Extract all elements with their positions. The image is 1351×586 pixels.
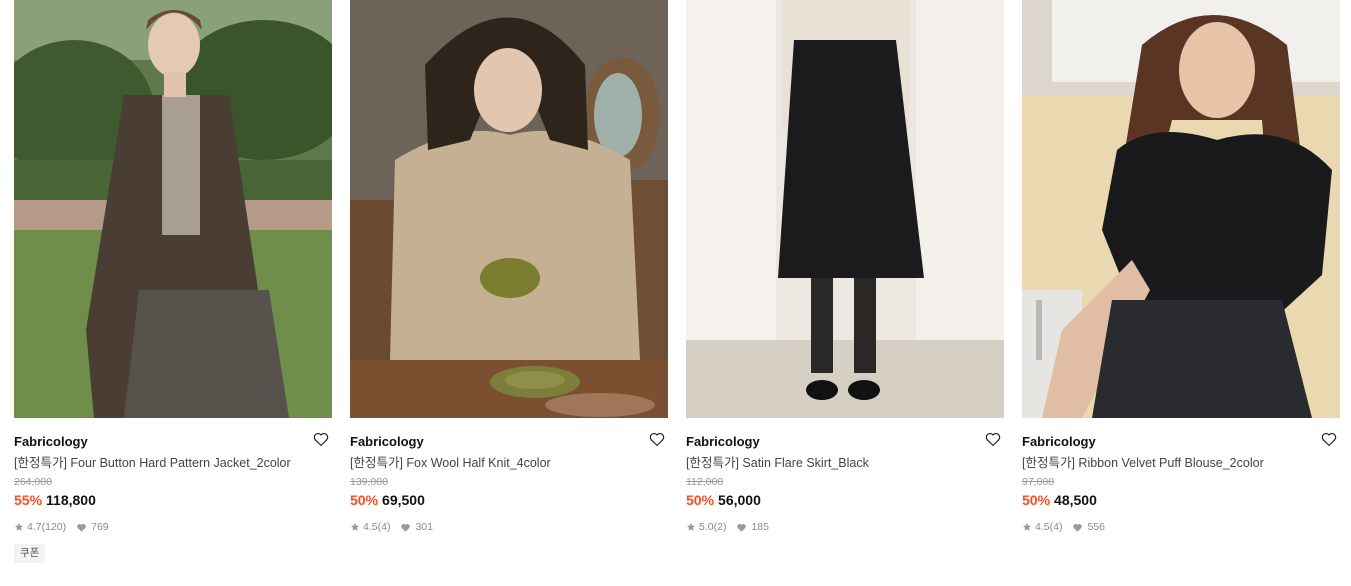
brand-name[interactable]: Fabricology xyxy=(686,434,760,449)
like-count: 185 xyxy=(751,521,769,533)
star-icon xyxy=(14,522,24,532)
heart-filled-icon xyxy=(1072,522,1083,533)
rating-value: 5.0 xyxy=(699,521,714,533)
heart-filled-icon xyxy=(400,522,411,533)
price-row: 50% 56,000 xyxy=(686,491,1004,509)
wishlist-heart-icon[interactable] xyxy=(312,430,330,448)
price-row: 50% 69,500 xyxy=(350,491,668,509)
product-meta: 4.5 (4) 301 xyxy=(350,520,668,534)
original-price: 139,000 xyxy=(350,476,388,488)
heart-filled-icon xyxy=(736,522,747,533)
review-count: (120) xyxy=(41,521,67,533)
product-name[interactable]: [한정특가] Ribbon Velvet Puff Blouse_2color xyxy=(1022,455,1340,471)
sale-price: 69,500 xyxy=(382,492,425,508)
rating-value: 4.7 xyxy=(27,521,42,533)
sale-price: 56,000 xyxy=(718,492,761,508)
star-icon xyxy=(686,522,696,532)
product-name[interactable]: [한정특가] Four Button Hard Pattern Jacket_2… xyxy=(14,455,332,471)
product-card[interactable]: Fabricology [한정특가] Fox Wool Half Knit_4c… xyxy=(350,0,668,563)
brand-name[interactable]: Fabricology xyxy=(1022,434,1096,449)
discount-rate: 50% xyxy=(686,492,715,508)
product-image[interactable] xyxy=(686,0,1004,418)
discount-rate: 50% xyxy=(350,492,379,508)
brand-name[interactable]: Fabricology xyxy=(14,434,88,449)
sale-price: 118,800 xyxy=(46,492,96,508)
wishlist-heart-icon[interactable] xyxy=(984,430,1002,448)
review-count: (4) xyxy=(377,521,391,533)
product-card[interactable]: Fabricology [한정특가] Ribbon Velvet Puff Bl… xyxy=(1022,0,1340,563)
discount-rate: 50% xyxy=(1022,492,1051,508)
product-card[interactable]: Fabricology [한정특가] Four Button Hard Patt… xyxy=(14,0,332,563)
original-price: 264,000 xyxy=(14,476,52,488)
rating-value: 4.5 xyxy=(1035,521,1050,533)
discount-rate: 55% xyxy=(14,492,43,508)
review-count: (4) xyxy=(1049,521,1063,533)
review-count: (2) xyxy=(713,521,727,533)
star-icon xyxy=(1022,522,1032,532)
star-icon xyxy=(350,522,360,532)
brand-name[interactable]: Fabricology xyxy=(350,434,424,449)
like-count: 556 xyxy=(1087,521,1105,533)
sale-price: 48,500 xyxy=(1054,492,1097,508)
product-name[interactable]: [한정특가] Fox Wool Half Knit_4color xyxy=(350,455,668,471)
price-row: 50% 48,500 xyxy=(1022,491,1340,509)
price-row: 55% 118,800 xyxy=(14,491,332,509)
product-meta: 4.5 (4) 556 xyxy=(1022,520,1340,534)
product-grid: Fabricology [한정특가] Four Button Hard Patt… xyxy=(14,0,1340,563)
product-name[interactable]: [한정특가] Satin Flare Skirt_Black xyxy=(686,455,1004,471)
product-image[interactable] xyxy=(350,0,668,418)
like-count: 769 xyxy=(91,521,109,533)
wishlist-heart-icon[interactable] xyxy=(1320,430,1338,448)
product-image[interactable] xyxy=(14,0,332,418)
like-count: 301 xyxy=(415,521,433,533)
rating-value: 4.5 xyxy=(363,521,378,533)
wishlist-heart-icon[interactable] xyxy=(648,430,666,448)
coupon-badge: 쿠폰 xyxy=(14,544,46,563)
product-image[interactable] xyxy=(1022,0,1340,418)
product-meta: 4.7 (120) 769 xyxy=(14,520,332,534)
product-meta: 5.0 (2) 185 xyxy=(686,520,1004,534)
original-price: 97,000 xyxy=(1022,476,1055,488)
heart-filled-icon xyxy=(76,522,87,533)
product-card[interactable]: Fabricology [한정특가] Satin Flare Skirt_Bla… xyxy=(686,0,1004,563)
original-price: 112,000 xyxy=(686,476,724,488)
